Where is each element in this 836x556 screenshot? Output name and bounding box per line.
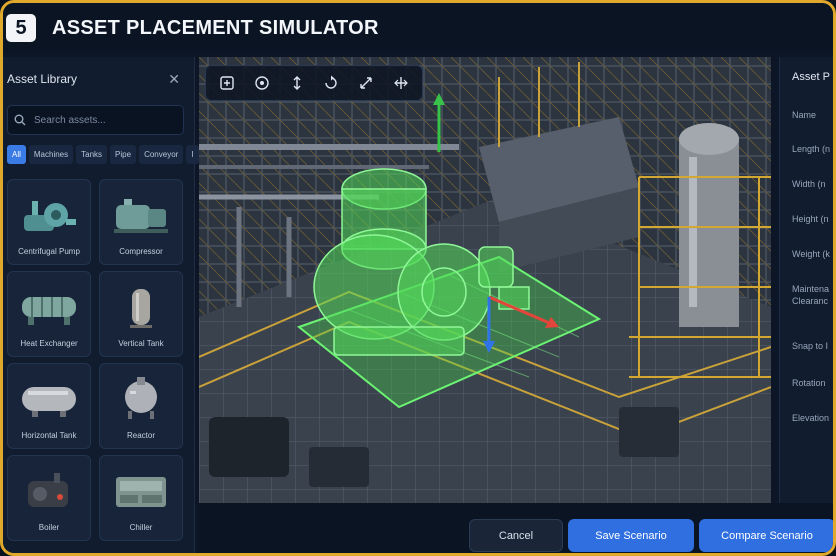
heat-exchanger-icon: [22, 297, 76, 325]
save-scenario-button[interactable]: Save Scenario: [568, 519, 694, 552]
app-window: 5 ASSET PLACEMENT SIMULATOR Asset Librar…: [0, 0, 836, 556]
asset-library-title: Asset Library: [7, 72, 78, 86]
asset-card-centrifugal-pump[interactable]: Centrifugal Pump: [7, 179, 91, 265]
compressor-icon: [114, 199, 168, 233]
asset-card-compressor[interactable]: Compressor: [99, 179, 183, 265]
asset-label: Centrifugal Pump: [18, 247, 80, 256]
asset-card-vertical-tank[interactable]: Vertical Tank: [99, 271, 183, 357]
search-box: [7, 105, 184, 135]
asset-card-horizontal-tank[interactable]: Horizontal Tank: [7, 363, 91, 449]
prop-height: Height (n: [792, 214, 829, 224]
filter-machines[interactable]: Machines: [28, 145, 74, 164]
asset-label: Boiler: [38, 523, 60, 532]
prop-name: Name: [792, 110, 817, 120]
asset-card-boiler[interactable]: Boiler: [7, 455, 91, 541]
asset-card-reactor[interactable]: Reactor: [99, 363, 183, 449]
close-icon[interactable]: ✕: [168, 71, 180, 88]
filter-chips: All Machines Tanks Pipe Conveyor I: [7, 145, 199, 164]
asset-grid: Centrifugal Pump Compressor Heat Exchang…: [7, 179, 187, 541]
prop-clearance: Clearanc: [792, 296, 829, 306]
asset-label: Reactor: [126, 431, 155, 440]
pump-icon: [24, 201, 76, 231]
vertical-tank-icon: [130, 289, 152, 328]
filter-conveyor[interactable]: Conveyor: [139, 145, 184, 164]
filter-tanks[interactable]: Tanks: [76, 145, 108, 164]
horizontal-tank-icon: [22, 387, 76, 417]
asset-label: Heat Exchanger: [20, 339, 78, 348]
filter-pipe[interactable]: Pipe: [110, 145, 137, 164]
properties-title: Asset P: [792, 71, 830, 83]
filter-more[interactable]: I: [186, 145, 199, 164]
add-icon[interactable]: [214, 70, 240, 96]
asset-card-heat-exchanger[interactable]: Heat Exchanger: [7, 271, 91, 357]
plant-scene: [199, 57, 771, 503]
snap-icon[interactable]: [388, 70, 414, 96]
compare-scenario-button[interactable]: Compare Scenario: [699, 519, 833, 552]
asset-card-chiller[interactable]: Chiller: [99, 455, 183, 541]
target-icon[interactable]: [249, 70, 275, 96]
app-badge: 5: [6, 14, 36, 42]
asset-label: Compressor: [119, 247, 163, 256]
prop-length: Length (n: [792, 144, 831, 154]
app-title: ASSET PLACEMENT SIMULATOR: [52, 16, 379, 39]
scale-icon[interactable]: [353, 70, 379, 96]
asset-label: Vertical Tank: [118, 339, 164, 348]
search-input[interactable]: [34, 114, 174, 126]
prop-maintenance: Maintena: [792, 284, 830, 294]
viewport-toolbar: [205, 65, 423, 101]
move-icon[interactable]: [284, 70, 310, 96]
3d-viewport[interactable]: [199, 57, 771, 503]
asset-label: Horizontal Tank: [21, 431, 77, 440]
asset-properties-panel: Asset P Name Length (n Width (n Height (…: [779, 57, 833, 503]
footer-bar: Cancel Save Scenario Compare Scenario: [199, 503, 833, 553]
search-icon: [14, 114, 26, 126]
filter-all[interactable]: All: [7, 145, 26, 164]
asset-library-panel: Asset Library ✕ All Machines Tanks Pipe …: [3, 57, 199, 553]
chiller-icon: [116, 477, 166, 507]
prop-weight: Weight (k: [792, 249, 830, 259]
rotate-icon[interactable]: [318, 70, 344, 96]
prop-snap: Snap to I: [792, 341, 829, 351]
prop-width: Width (n: [792, 179, 826, 189]
prop-elevation: Elevation: [792, 413, 830, 423]
prop-rotation: Rotation: [792, 378, 826, 388]
boiler-icon: [28, 473, 68, 507]
cancel-button[interactable]: Cancel: [469, 519, 563, 552]
title-bar: 5 ASSET PLACEMENT SIMULATOR: [3, 3, 833, 53]
asset-label: Chiller: [129, 523, 153, 532]
reactor-icon: [125, 377, 157, 419]
